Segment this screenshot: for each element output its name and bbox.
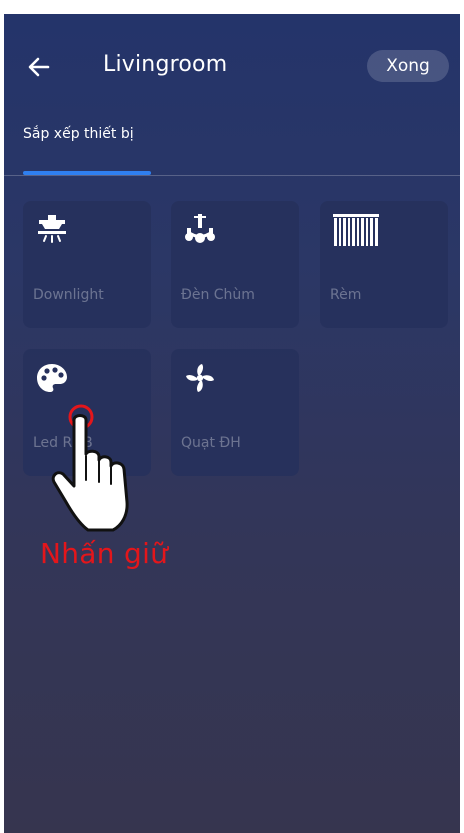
done-button[interactable]: Xong: [367, 50, 449, 82]
long-press-hint: Nhấn giữ: [40, 537, 169, 570]
downlight-icon: [38, 215, 66, 243]
device-tile-curtain[interactable]: Rèm: [320, 201, 448, 328]
chandelier-icon: [185, 214, 215, 243]
back-arrow-icon[interactable]: [24, 52, 54, 82]
device-label: Quạt ĐH: [181, 435, 241, 451]
palette-icon: [37, 364, 67, 392]
page-title: Livingroom: [103, 52, 228, 77]
device-tile-chandelier[interactable]: Đèn Chùm: [171, 201, 299, 328]
tab-arrange-devices[interactable]: Sắp xếp thiết bị: [23, 126, 134, 142]
device-tile-fan[interactable]: Quạt ĐH: [171, 349, 299, 476]
device-tile-downlight[interactable]: Downlight: [23, 201, 151, 328]
device-label: Rèm: [330, 287, 362, 303]
screen: Livingroom Xong Sắp xếp thiết bị Downlig…: [4, 14, 460, 833]
press-hand-icon: [51, 404, 129, 532]
tab-divider: [4, 175, 460, 176]
device-label: Downlight: [33, 287, 104, 303]
device-label: Đèn Chùm: [181, 287, 255, 303]
app-header: Livingroom Xong: [4, 14, 460, 124]
fan-icon: [186, 364, 214, 392]
curtain-icon: [333, 214, 379, 246]
